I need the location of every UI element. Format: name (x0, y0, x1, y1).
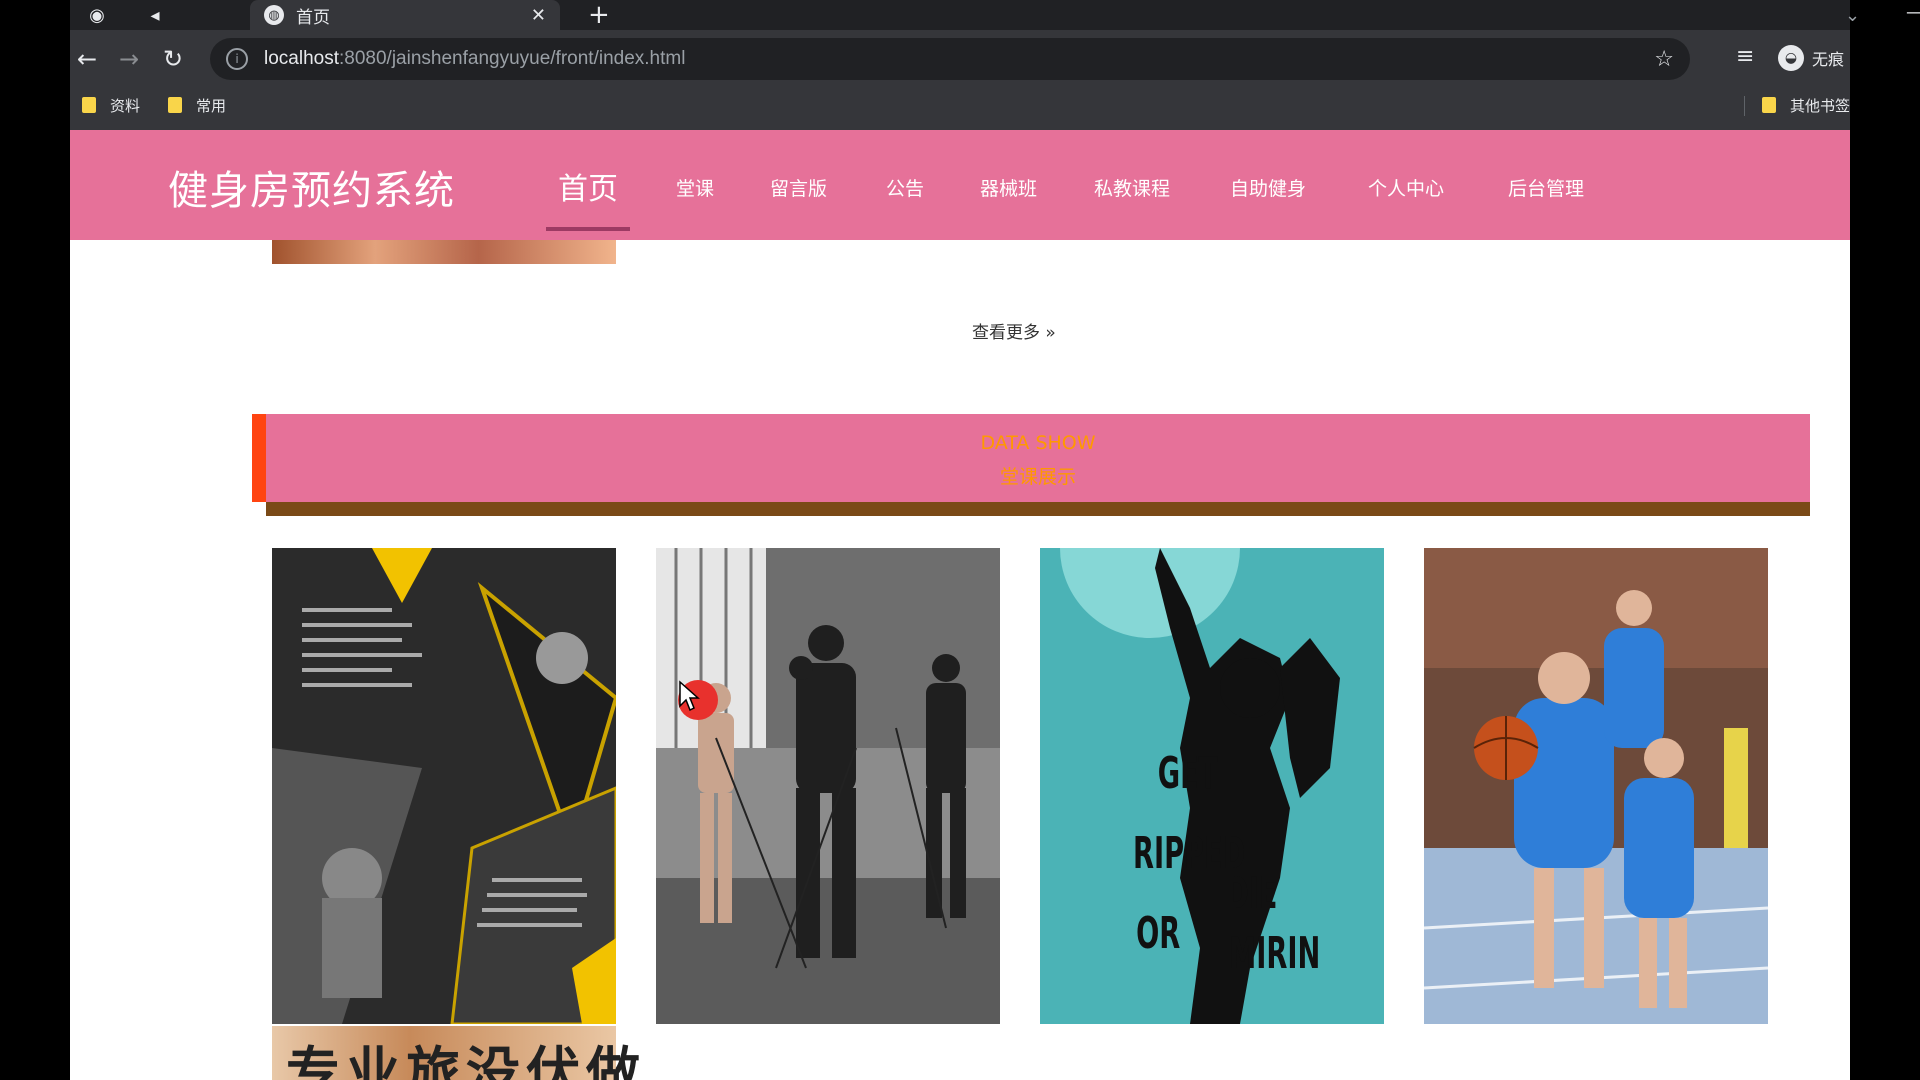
bookmark-folder-ziliao[interactable]: 资料 (82, 90, 140, 120)
nav-home[interactable]: 首页 (558, 164, 618, 208)
nav-active-underline (546, 227, 630, 231)
bookmarks-separator (1744, 96, 1745, 116)
address-bar[interactable]: i localhost:8080/jainshenfangyuyue/front… (210, 38, 1690, 80)
tab-title: 首页 (296, 7, 330, 28)
bookmarks-bar: 资料 常用 其他书签 (70, 90, 1850, 130)
nav-private-training[interactable]: 私教课程 (1094, 174, 1170, 201)
class-card-3[interactable]: GET RIPPED DIE OR MIRIN (1040, 548, 1384, 1024)
bookmark-folder-changyong[interactable]: 常用 (168, 90, 226, 120)
incognito-icon: ◒ (1778, 45, 1804, 71)
nav-self-service-fitness[interactable]: 自助健身 (1230, 174, 1306, 201)
other-bookmarks-folder[interactable]: 其他书签 (1762, 90, 1850, 120)
class-card-1[interactable] (272, 548, 616, 1024)
poster-text-mirin: MIRIN (1229, 927, 1320, 979)
resistance-band-class-image (656, 548, 1000, 1024)
nav-announcements[interactable]: 公告 (886, 174, 924, 201)
browser-tab-bar: ◉ ◂ ◍ 首页 ✕ + ⌄ — (70, 0, 1920, 30)
double-chevron-right-icon: » (1045, 323, 1056, 343)
browser-tab-active[interactable]: ◍ 首页 ✕ (250, 0, 560, 30)
incognito-profile-button[interactable]: ◒ 无痕 (1778, 45, 1844, 71)
back-arrow-icon[interactable]: ← (72, 44, 102, 74)
basketball-players-image (1424, 548, 1768, 1024)
forward-arrow-icon[interactable]: → (114, 44, 144, 74)
next-section-heading: 专业旅没伏做 (286, 1041, 646, 1080)
folder-icon (168, 97, 182, 113)
reload-icon[interactable]: ↻ (158, 44, 188, 74)
site-title: 健身房预约系统 (168, 168, 455, 214)
nav-admin[interactable]: 后台管理 (1508, 174, 1584, 201)
section-title-cn: 堂课展示 (999, 466, 1076, 488)
globe-icon: ◍ (264, 5, 284, 25)
poster-text-or: OR (1136, 907, 1180, 959)
left-black-margin (0, 0, 70, 1080)
mute-speaker-icon[interactable]: ◂ (142, 0, 168, 30)
right-black-margin (1850, 0, 1920, 1080)
nav-message-board[interactable]: 留言版 (770, 174, 827, 201)
close-tab-icon[interactable]: ✕ (531, 5, 546, 26)
profile-label: 无痕 (1812, 50, 1845, 69)
url-text: localhost:8080/jainshenfangyuyue/front/i… (264, 48, 686, 69)
previous-section-image[interactable] (272, 240, 616, 264)
mouse-cursor-icon (679, 680, 700, 712)
browser-toolbar: ← → ↻ i localhost:8080/jainshenfangyuyue… (70, 30, 1850, 90)
section-banner: DATA SHOW 堂课展示 (252, 414, 1810, 502)
poster-text-die: DIE (1226, 867, 1277, 919)
new-tab-button[interactable]: + (588, 0, 610, 30)
pinned-tab-globe-icon[interactable]: ◉ (84, 0, 110, 30)
site-info-icon[interactable]: i (226, 48, 248, 70)
reading-list-icon[interactable]: ≡ (1736, 44, 1754, 69)
page-viewport: 健身房预约系统 首页 堂课 留言版 公告 器械班 私教课程 自助健身 个人中心 … (70, 130, 1850, 1080)
class-card-4[interactable] (1424, 548, 1768, 1024)
site-header: 健身房预约系统 首页 堂课 留言版 公告 器械班 私教课程 自助健身 个人中心 … (70, 130, 1850, 240)
poster-text-get: GET (1158, 747, 1218, 799)
bookmark-star-icon[interactable]: ☆ (1654, 47, 1674, 72)
nav-classes[interactable]: 堂课 (676, 174, 714, 201)
nav-equipment-class[interactable]: 器械班 (980, 174, 1037, 201)
minimize-window-button[interactable]: — (1906, 0, 1920, 24)
folder-icon (82, 97, 96, 113)
gym-plan-poster-image (272, 548, 616, 1024)
folder-icon (1762, 97, 1776, 113)
get-ripped-or-die-mirin-poster-image: GET RIPPED DIE OR MIRIN (1040, 548, 1384, 1024)
class-card-2[interactable] (656, 548, 1000, 1024)
tab-search-chevron-icon[interactable]: ⌄ (1845, 0, 1860, 30)
nav-personal-center[interactable]: 个人中心 (1368, 174, 1444, 201)
section-title-en: DATA SHOW (980, 432, 1096, 454)
view-more-link[interactable]: 查看更多 » (972, 318, 1056, 343)
